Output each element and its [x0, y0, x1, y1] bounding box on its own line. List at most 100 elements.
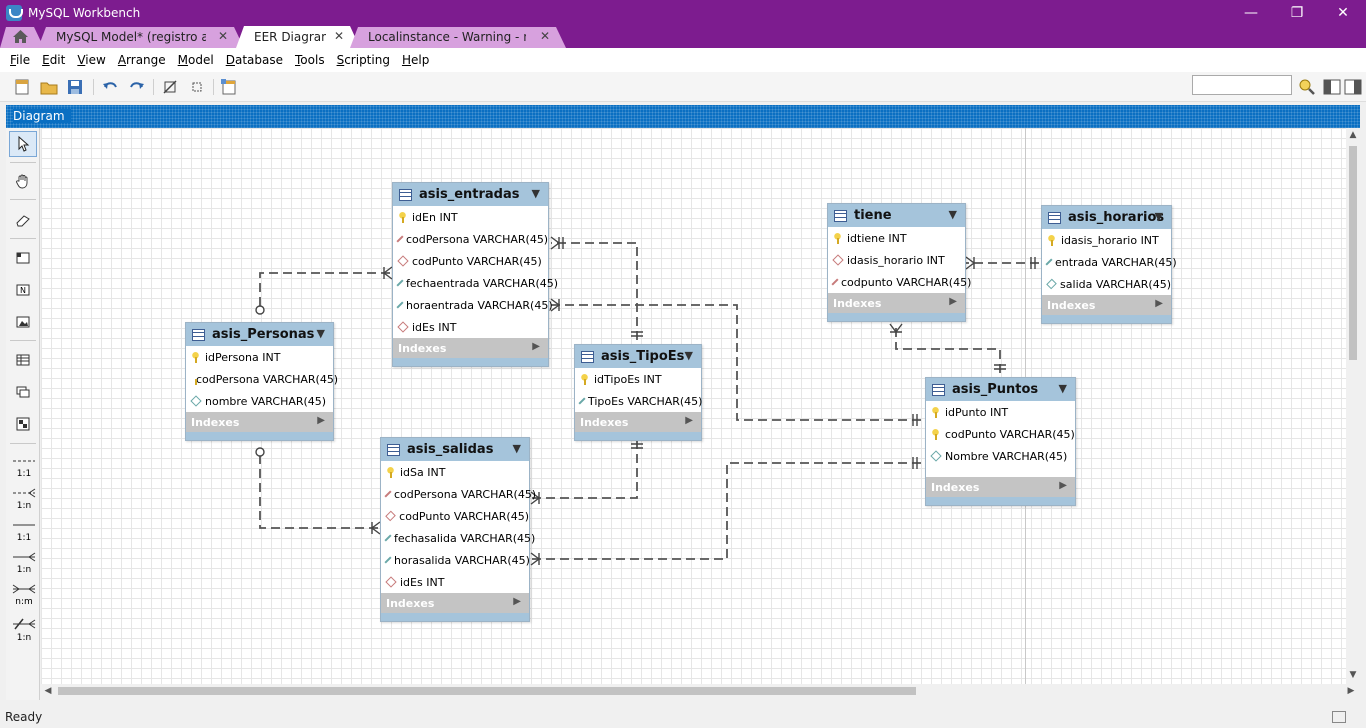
menu-model[interactable]: Model: [172, 53, 220, 67]
column-row[interactable]: idPunto INT: [926, 401, 1075, 423]
relationship-11-identifying-tool[interactable]: 1:1: [9, 520, 39, 550]
expand-arrow-icon[interactable]: ▶: [949, 296, 957, 307]
column-row[interactable]: salida VARCHAR(45): [1042, 273, 1171, 295]
relationship-11-nonidentifying-tool[interactable]: 1:1: [9, 456, 39, 486]
column-row[interactable]: horasalida VARCHAR(45): [381, 549, 530, 571]
toggle-grid-button[interactable]: [159, 77, 181, 97]
menu-file[interactable]: File: [4, 53, 36, 67]
table-header[interactable]: asis_Puntos ▼: [926, 378, 1075, 401]
close-tab-icon[interactable]: ✕: [218, 29, 228, 43]
menu-view[interactable]: View: [71, 53, 111, 67]
column-row[interactable]: idPersona INT: [186, 346, 333, 368]
table-tiene[interactable]: tiene ▼ idtiene INT idasis_horario INT co…: [827, 203, 971, 322]
column-row[interactable]: idEs INT: [381, 571, 529, 593]
collapse-arrow-icon[interactable]: ▼: [949, 208, 957, 221]
column-row[interactable]: fechaentrada VARCHAR(45): [393, 272, 558, 294]
table-header[interactable]: asis_horarios ▼: [1042, 206, 1171, 229]
menu-scripting[interactable]: Scripting: [331, 53, 396, 67]
table-header[interactable]: asis_TipoEs ▼: [575, 345, 701, 368]
menu-tools[interactable]: Tools: [289, 53, 331, 67]
collapse-arrow-icon[interactable]: ▼: [317, 327, 325, 340]
menu-database[interactable]: Database: [220, 53, 289, 67]
expand-arrow-icon[interactable]: ▶: [1059, 480, 1067, 491]
table-tool-button[interactable]: [9, 347, 37, 373]
tab-mysql-model[interactable]: MySQL Model* (registro asistencia ✕: [38, 26, 244, 48]
column-row[interactable]: Nombre VARCHAR(45): [926, 445, 1075, 467]
column-row[interactable]: idSa INT: [381, 461, 529, 483]
output-panel-icon[interactable]: [1332, 711, 1346, 723]
undo-button[interactable]: [99, 77, 121, 97]
layer-tool-button[interactable]: [9, 245, 37, 271]
scroll-down-arrow-icon[interactable]: ▼: [1346, 670, 1360, 680]
new-diagram-button[interactable]: [218, 77, 240, 97]
indexes-section[interactable]: Indexes ▶: [186, 412, 333, 432]
search-input[interactable]: [1192, 75, 1292, 95]
collapse-arrow-icon[interactable]: ▼: [513, 442, 521, 455]
close-tab-icon[interactable]: ✕: [540, 29, 550, 43]
relationship-1n-nonidentifying-tool[interactable]: 1:n: [9, 488, 39, 518]
toggle-sidebar-button[interactable]: [1321, 77, 1343, 97]
relationship-1n-identifying-tool[interactable]: 1:n: [9, 552, 39, 582]
column-row[interactable]: entrada VARCHAR(45): [1042, 251, 1177, 273]
horizontal-scroll-thumb[interactable]: [58, 687, 916, 695]
relationship-puntos-salidas[interactable]: [531, 462, 921, 560]
table-asis-personas[interactable]: asis_Personas ▼ idPersona INT codPersona …: [185, 322, 338, 441]
horizontal-scrollbar[interactable]: ◀ ▶: [41, 684, 1360, 698]
tab-localinstance[interactable]: Localinstance - Warning - not sup... ✕: [350, 26, 566, 48]
indexes-section[interactable]: Indexes ▶: [926, 477, 1075, 497]
collapse-arrow-icon[interactable]: ▼: [532, 187, 540, 200]
menu-arrange[interactable]: Arrange: [112, 53, 172, 67]
relationship-puntos-tiene[interactable]: [895, 324, 1001, 373]
restore-button[interactable]: ❐: [1274, 0, 1320, 26]
expand-arrow-icon[interactable]: ▶: [532, 341, 540, 352]
table-asis-puntos[interactable]: asis_Puntos ▼ idPunto INT codPunto VARCHA…: [925, 377, 1076, 506]
indexes-section[interactable]: Indexes ▶: [393, 338, 548, 358]
menu-edit[interactable]: Edit: [36, 53, 71, 67]
tab-eer-diagram[interactable]: EER Diagram ✕: [236, 26, 360, 48]
column-row[interactable]: codPersona VARCHAR(45): [186, 368, 338, 390]
toggle-secondary-sidebar-button[interactable]: [1342, 77, 1364, 97]
table-header[interactable]: asis_salidas ▼: [381, 438, 529, 461]
column-row[interactable]: codPersona VARCHAR(45): [381, 483, 536, 505]
indexes-section[interactable]: Indexes ▶: [575, 412, 701, 432]
relationship-tipoes-entradas[interactable]: [551, 242, 638, 340]
diagram-canvas[interactable]: asis_entradas ▼ idEn INT codPersona VARCH…: [41, 128, 1346, 684]
table-asis-tipoes[interactable]: asis_TipoEs ▼ idTipoEs INT TipoEs VARCHAR…: [574, 344, 702, 441]
select-tool-button[interactable]: [9, 131, 37, 157]
view-tool-button[interactable]: [9, 379, 37, 405]
minimize-button[interactable]: —: [1228, 0, 1274, 26]
table-header[interactable]: asis_Personas ▼: [186, 323, 333, 346]
close-window-button[interactable]: ✕: [1320, 0, 1366, 26]
collapse-arrow-icon[interactable]: ▼: [1059, 382, 1067, 395]
column-row[interactable]: codPunto VARCHAR(45): [381, 505, 529, 527]
column-row[interactable]: horaentrada VARCHAR(45): [393, 294, 553, 316]
search-button[interactable]: [1296, 77, 1318, 97]
table-asis-salidas[interactable]: asis_salidas ▼ idSa INT codPersona VARCHA…: [380, 437, 536, 622]
note-tool-button[interactable]: N: [9, 277, 37, 303]
table-asis-horarios[interactable]: asis_horarios ▼ idasis_horario INT entrad…: [1041, 205, 1177, 324]
menu-help[interactable]: Help: [396, 53, 435, 67]
toggle-page-grid-button[interactable]: [186, 77, 208, 97]
column-row[interactable]: fechasalida VARCHAR(45): [381, 527, 535, 549]
column-row[interactable]: codPunto VARCHAR(45): [393, 250, 548, 272]
relationship-personas-salidas[interactable]: [259, 455, 380, 529]
expand-arrow-icon[interactable]: ▶: [513, 596, 521, 607]
expand-arrow-icon[interactable]: ▶: [317, 415, 325, 426]
column-row[interactable]: idTipoEs INT: [575, 368, 701, 390]
collapse-arrow-icon[interactable]: ▼: [1155, 210, 1163, 223]
relationship-tipoes-salidas[interactable]: [531, 440, 638, 499]
table-header[interactable]: asis_entradas ▼: [393, 183, 548, 206]
indexes-section[interactable]: Indexes ▶: [381, 593, 529, 613]
open-model-button[interactable]: [38, 77, 60, 97]
indexes-section[interactable]: Indexes ▶: [828, 293, 965, 313]
expand-arrow-icon[interactable]: ▶: [685, 415, 693, 426]
column-row[interactable]: idEn INT: [393, 206, 548, 228]
scroll-right-arrow-icon[interactable]: ▶: [1344, 684, 1358, 698]
scroll-up-arrow-icon[interactable]: ▲: [1346, 130, 1360, 140]
column-row[interactable]: idasis_horario INT: [828, 249, 965, 271]
vertical-scroll-thumb[interactable]: [1349, 146, 1357, 360]
relationship-nm-tool[interactable]: n:m: [9, 584, 39, 614]
scroll-left-arrow-icon[interactable]: ◀: [41, 684, 55, 698]
expand-arrow-icon[interactable]: ▶: [1155, 298, 1163, 309]
table-header[interactable]: tiene ▼: [828, 204, 965, 227]
